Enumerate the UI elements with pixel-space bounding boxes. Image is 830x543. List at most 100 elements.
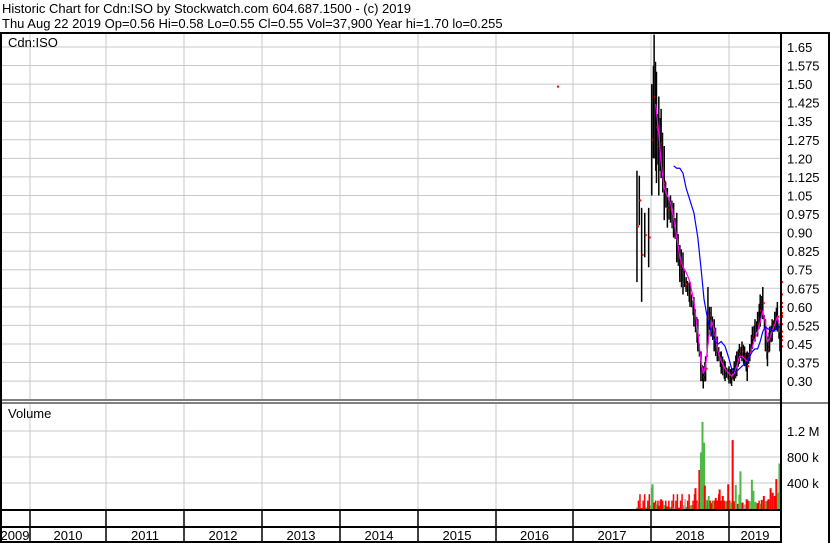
volume-bar (707, 496, 710, 509)
volume-bar (718, 489, 721, 509)
price-tick-label: 1.05 (787, 188, 812, 203)
volume-bar (635, 507, 638, 509)
volume-bar (739, 471, 742, 509)
price-tick-label: 0.30 (787, 374, 812, 389)
close-tick (557, 85, 559, 88)
price-tick-label: 0.975 (787, 207, 820, 222)
price-panel-title: Cdn:ISO (8, 35, 58, 50)
volume-bar (668, 500, 670, 509)
volume-bar (678, 507, 681, 509)
volume-bar (669, 507, 672, 509)
volume-bar (655, 504, 658, 509)
volume-bar (716, 500, 718, 509)
volume-bar (720, 500, 722, 509)
volume-bar (648, 494, 651, 509)
year-label: 2010 (54, 528, 83, 543)
volume-panel-title: Volume (8, 406, 51, 421)
volume-bar (731, 440, 734, 509)
close-tick (648, 236, 651, 239)
volume-bar (692, 500, 694, 509)
volume-bar (673, 507, 676, 509)
volume-bar (741, 502, 744, 509)
volume-bar (721, 496, 724, 509)
volume-bar (705, 499, 708, 509)
volume-bar (637, 500, 640, 509)
volume-bar (734, 484, 737, 509)
year-label: 2019 (741, 528, 770, 543)
price-tick-label: 1.50 (787, 77, 812, 92)
volume-bar (769, 488, 772, 509)
volume-bar (724, 501, 727, 509)
price-tick-label: 0.45 (787, 337, 812, 352)
volume-bar (643, 494, 646, 509)
volume-bar (671, 500, 673, 509)
volume-bar (727, 484, 730, 509)
volume-bar (660, 499, 663, 509)
volume-bar (760, 499, 763, 509)
price-tick-label: 1.275 (787, 133, 820, 148)
volume-bar (640, 508, 643, 509)
volume-bar (756, 503, 759, 509)
price-tick-label: 1.125 (787, 170, 820, 185)
volume-tick-label: 400 k (787, 476, 819, 491)
year-label: 2017 (598, 528, 627, 543)
volume-bar (712, 500, 715, 509)
volume-bar (694, 488, 697, 509)
volume-bar (745, 499, 748, 509)
price-tick-label: 0.825 (787, 244, 820, 259)
volume-bar (752, 490, 755, 509)
axis-labels: 1.65 1.575 1.50 1.425 1.35 1.275 1.20 1.125 1.05… (1, 40, 820, 543)
price-tick-label: 0.525 (787, 318, 820, 333)
volume-bar (688, 494, 690, 509)
year-label: 2018 (676, 528, 705, 543)
volume-bar (747, 500, 749, 509)
price-tick-label: 1.425 (787, 96, 820, 111)
volume-bar (764, 501, 767, 509)
volume-tick-label: 800 k (787, 450, 819, 465)
close-tick (762, 302, 765, 305)
close-tick (636, 225, 639, 228)
volume-bar (676, 494, 679, 509)
volume-bar (714, 497, 717, 509)
year-label: 2009 (1, 528, 30, 543)
price-tick-label: 1.65 (787, 40, 812, 55)
price-tick-label: 1.575 (787, 59, 820, 74)
volume-bar (642, 500, 644, 509)
volume-bar (681, 494, 683, 509)
moving-averages (655, 103, 782, 377)
stock-chart: 1.65 1.575 1.50 1.425 1.35 1.275 1.20 1.125 1.05… (0, 32, 830, 543)
close-tick (644, 234, 647, 237)
grid (2, 34, 781, 509)
volume-bar (723, 500, 726, 509)
volume-bar (682, 505, 685, 509)
year-label: 2011 (131, 528, 159, 543)
volume-bar (665, 500, 667, 509)
close-tick (747, 365, 750, 368)
close-tick (639, 199, 642, 202)
price-tick-label: 0.60 (787, 300, 812, 315)
volume-bar (666, 506, 669, 509)
price-bars (557, 34, 783, 389)
volume-bar (771, 492, 774, 509)
volume-bar (710, 503, 713, 509)
volume-bar (762, 496, 765, 509)
year-label: 2013 (287, 528, 316, 543)
volume-bar (657, 505, 660, 509)
volume-bar (653, 502, 656, 509)
volume-bar (663, 505, 666, 509)
year-label: 2012 (209, 528, 238, 543)
price-tick-label: 0.675 (787, 281, 820, 296)
volume-bar (645, 507, 648, 509)
volume-bar (672, 494, 675, 509)
volume-bars (635, 421, 782, 509)
volume-bar (675, 500, 677, 509)
volume-bar (754, 501, 757, 509)
volume-bar (743, 504, 746, 509)
price-tick-label: 1.35 (787, 114, 812, 129)
year-label: 2016 (520, 528, 549, 543)
volume-bar (686, 500, 689, 509)
close-tick (705, 367, 708, 370)
price-tick-label: 0.375 (787, 356, 820, 371)
price-tick-label: 1.20 (787, 151, 812, 166)
volume-tick-label: 1.2 M (787, 424, 820, 439)
